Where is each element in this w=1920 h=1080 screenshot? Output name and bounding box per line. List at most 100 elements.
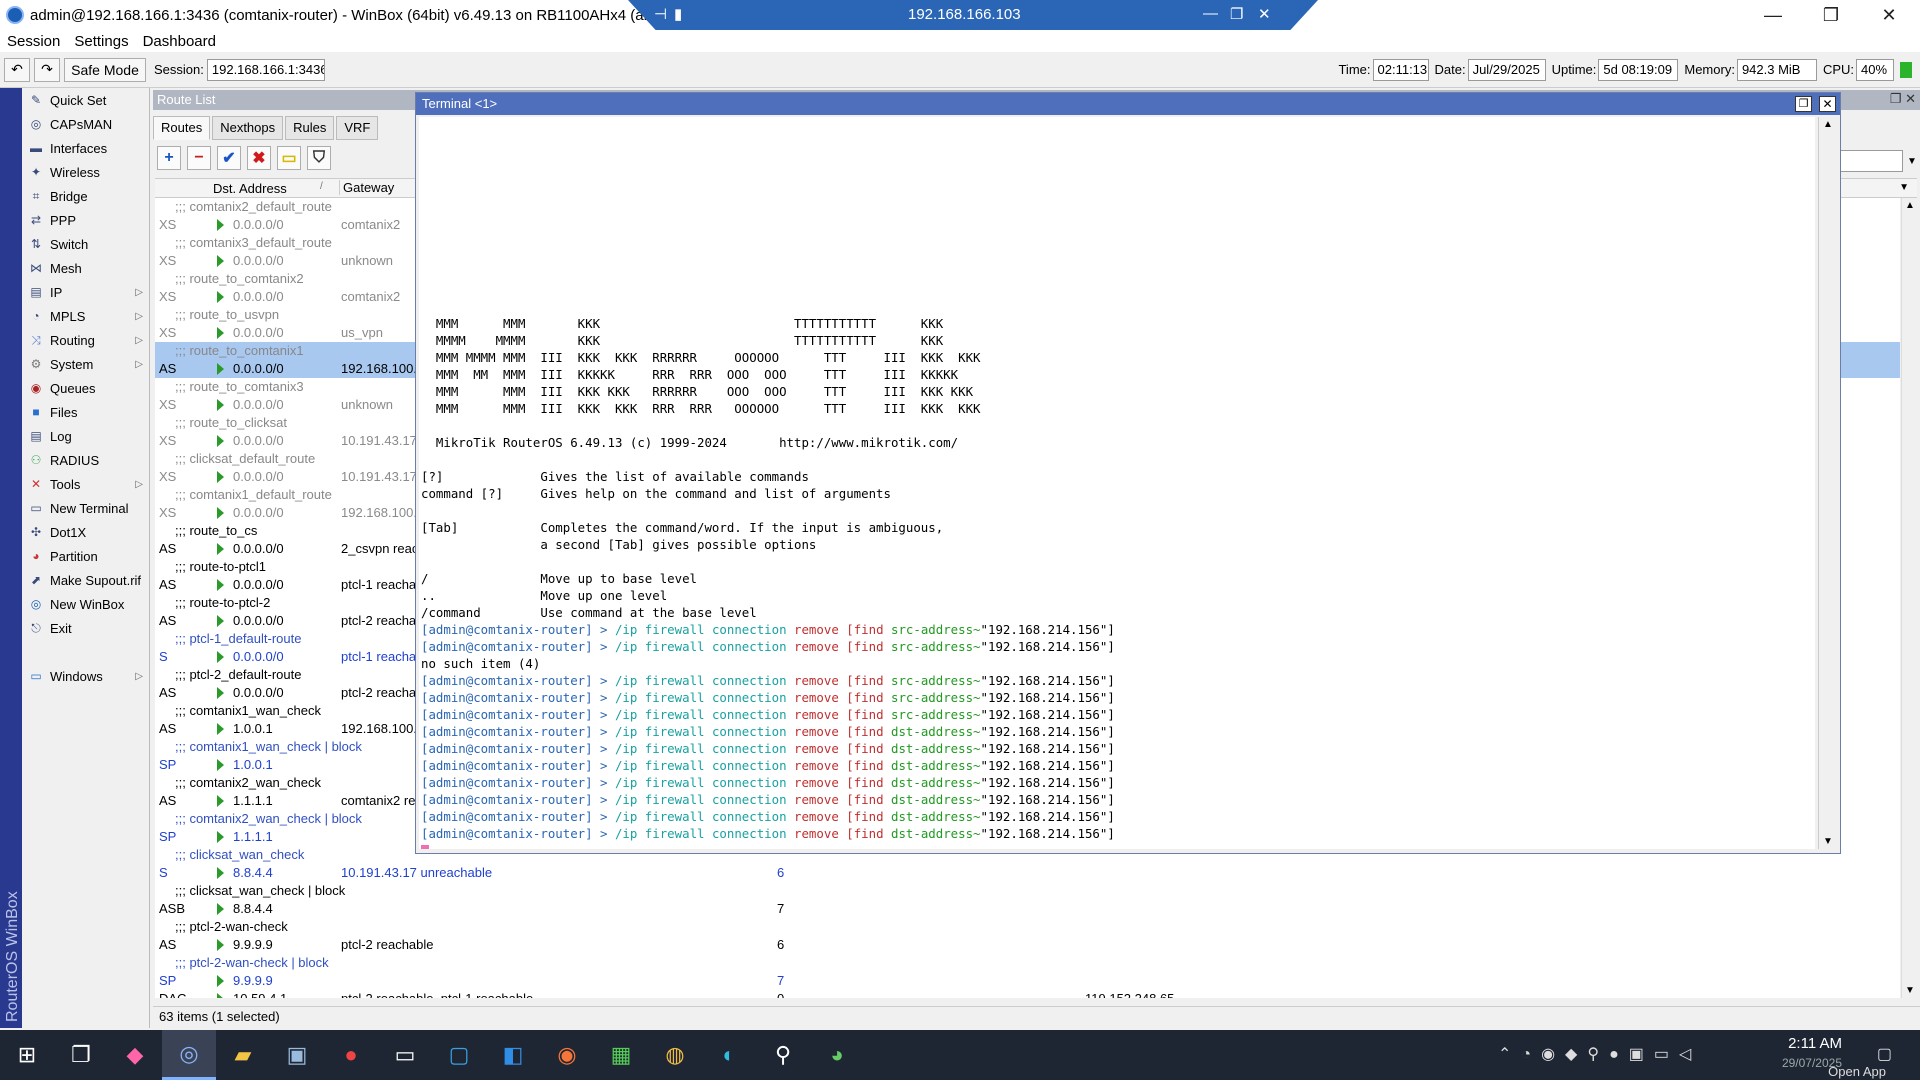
- sidebar-item-radius[interactable]: ⚇ RADIUS: [22, 448, 149, 472]
- sidebar-item-partition[interactable]: ◕ Partition: [22, 544, 149, 568]
- taskbar-chrome[interactable]: ●: [324, 1030, 378, 1080]
- notification-icon[interactable]: ▢: [1877, 1044, 1892, 1064]
- taskbar-search[interactable]: ⚲: [756, 1030, 810, 1080]
- sidebar-item-interfaces[interactable]: ▬ Interfaces: [22, 136, 149, 160]
- taskbar-terminal[interactable]: ▭: [378, 1030, 432, 1080]
- taskbar-edge[interactable]: ◐: [702, 1030, 756, 1080]
- sidebar-item-ppp[interactable]: ⇄ PPP: [22, 208, 149, 232]
- find-dropdown-icon[interactable]: ▼: [1905, 150, 1919, 172]
- taskbar-winbox[interactable]: ◎: [162, 1030, 216, 1080]
- session-field[interactable]: 192.168.166.1:3436: [206, 58, 325, 81]
- sidebar-item-quick-set[interactable]: ✎ Quick Set: [22, 88, 149, 112]
- pin-icon[interactable]: ⊣: [654, 5, 667, 23]
- taskbar-app-1[interactable]: ▣: [270, 1030, 324, 1080]
- sidebar-item-routing[interactable]: ⤨ Routing ▷: [22, 328, 149, 352]
- menu-session[interactable]: Session: [0, 33, 67, 50]
- sidebar-item-bridge[interactable]: ⌗ Bridge: [22, 184, 149, 208]
- add-button[interactable]: +: [157, 146, 181, 170]
- taskbar-explorer[interactable]: ▰: [216, 1030, 270, 1080]
- safe-mode-button[interactable]: Safe Mode: [64, 57, 146, 82]
- sidebar-item-switch[interactable]: ⇅ Switch: [22, 232, 149, 256]
- sidebar-item-files[interactable]: ■ Files: [22, 400, 149, 424]
- system-tray[interactable]: ⌃◔◉◆⚲●▣▭◁: [1498, 1044, 1701, 1064]
- sidebar-item-exit[interactable]: ⎋ Exit: [22, 616, 149, 640]
- redo-button[interactable]: ↷: [34, 57, 60, 82]
- route-comment-row[interactable]: ;;; clicksat_wan_check | block: [155, 882, 1900, 900]
- terminal-maximize-icon[interactable]: ❐: [1795, 96, 1812, 112]
- menu-dashboard[interactable]: Dashboard: [136, 33, 223, 50]
- scroll-up-icon[interactable]: ▲: [1905, 200, 1915, 211]
- sidebar-item-ip[interactable]: ▤ IP ▷: [22, 280, 149, 304]
- taskbar-app-4[interactable]: ▦: [594, 1030, 648, 1080]
- taskbar-app-6[interactable]: ◕: [810, 1030, 864, 1080]
- sidebar-item-capsman[interactable]: ◎ CAPsMAN: [22, 112, 149, 136]
- remote-close-icon[interactable]: ✕: [1258, 5, 1271, 23]
- taskbar-copilot[interactable]: ◆: [108, 1030, 162, 1080]
- route-row[interactable]: S 8.8.4.4 10.191.43.17 unreachable 6: [155, 864, 1900, 882]
- terminal-close-icon[interactable]: ✕: [1819, 96, 1836, 112]
- terminal-cursor[interactable]: [421, 845, 429, 849]
- route-comment-row[interactable]: ;;; ptcl-2-wan-check | block: [155, 954, 1900, 972]
- menu-settings[interactable]: Settings: [67, 33, 135, 50]
- sidebar-item-mpls[interactable]: ◔ MPLS ▷: [22, 304, 149, 328]
- minimize-icon[interactable]: —: [1744, 0, 1802, 30]
- enable-button[interactable]: ✔: [217, 146, 241, 170]
- taskbar-app-3[interactable]: ◉: [540, 1030, 594, 1080]
- sidebar-item-new-terminal[interactable]: ▭ New Terminal: [22, 496, 149, 520]
- disable-button[interactable]: ✖: [247, 146, 271, 170]
- undo-button[interactable]: ↶: [4, 57, 30, 82]
- terminal-scrollbar[interactable]: ▲ ▼: [1818, 117, 1836, 849]
- sidebar-item-make-supout-rif[interactable]: ⬈ Make Supout.rif: [22, 568, 149, 592]
- terminal-scroll-down-icon[interactable]: ▼: [1823, 836, 1833, 847]
- tray-chrome-icon[interactable]: ◉: [1541, 1046, 1565, 1063]
- route-row[interactable]: SP 9.9.9.9 7: [155, 972, 1900, 990]
- sidebar-item-dot1x[interactable]: ✣ Dot1X: [22, 520, 149, 544]
- route-list-window-controls[interactable]: ❐ ✕: [1890, 91, 1916, 107]
- close-icon[interactable]: ✕: [1860, 0, 1918, 30]
- route-row[interactable]: AS 9.9.9.9 ptcl-2 reachable 6: [155, 936, 1900, 954]
- col-gateway[interactable]: Gateway: [339, 180, 394, 195]
- remote-minimize-icon[interactable]: —: [1203, 5, 1218, 22]
- tab-rules[interactable]: Rules: [285, 116, 335, 140]
- route-list-scrollbar[interactable]: ▲ ▼: [1901, 198, 1917, 998]
- terminal-output[interactable]: MMM MMM KKK TTTTTTTTTTT KKK MMMM MMMM KK…: [419, 117, 1815, 849]
- sidebar-item-log[interactable]: ▤ Log: [22, 424, 149, 448]
- route-row[interactable]: ASB 8.8.4.4 7: [155, 900, 1900, 918]
- open-app-overlay[interactable]: Open App: [1828, 1064, 1886, 1079]
- route-row[interactable]: DAC 10.59.4.1 ptcl-2 reachable, ptcl-1 rea…: [155, 990, 1900, 998]
- route-list-close-icon[interactable]: ✕: [1905, 91, 1916, 106]
- columns-dropdown-icon[interactable]: ▼: [1899, 182, 1909, 193]
- remote-restore-icon[interactable]: ❐: [1230, 5, 1243, 23]
- terminal-scroll-up-icon[interactable]: ▲: [1823, 119, 1833, 130]
- sidebar-item-mesh[interactable]: ⋈ Mesh: [22, 256, 149, 280]
- route-list-maximize-icon[interactable]: ❐: [1890, 91, 1902, 106]
- tab-nexthops[interactable]: Nexthops: [212, 116, 284, 140]
- tray-app3-icon[interactable]: ●: [1609, 1046, 1629, 1063]
- comment-button[interactable]: ▭: [277, 146, 301, 170]
- taskbar-app-5[interactable]: ◍: [648, 1030, 702, 1080]
- restore-icon[interactable]: ❐: [1802, 0, 1860, 30]
- sidebar-item-tools[interactable]: ✕ Tools ▷: [22, 472, 149, 496]
- tray-app2-icon[interactable]: ◆: [1565, 1046, 1587, 1063]
- task-view-button[interactable]: ❐: [54, 1030, 108, 1080]
- sidebar-item-wireless[interactable]: ✦ Wireless: [22, 160, 149, 184]
- terminal-window[interactable]: Terminal <1> ❐ ✕ MMM MMM KKK TTTTTTTTTTT…: [415, 92, 1841, 854]
- sidebar-item-windows[interactable]: ▭ Windows ▷: [22, 664, 149, 688]
- tab-vrf[interactable]: VRF: [336, 116, 379, 140]
- sidebar-item-system[interactable]: ⚙ System ▷: [22, 352, 149, 376]
- scroll-down-icon[interactable]: ▼: [1905, 985, 1915, 996]
- network-icon[interactable]: ▭: [1654, 1046, 1679, 1063]
- tray-app4-icon[interactable]: ▣: [1629, 1046, 1654, 1063]
- tab-routes[interactable]: Routes: [153, 116, 211, 140]
- col-dst-address[interactable]: Dst. Address: [213, 181, 287, 196]
- start-button[interactable]: ⊞: [0, 1030, 54, 1080]
- volume-icon[interactable]: ◁: [1679, 1046, 1701, 1063]
- tray-chevron-icon[interactable]: ⌃: [1498, 1046, 1521, 1063]
- tray-app-icon[interactable]: ◔: [1521, 1046, 1541, 1063]
- taskbar-vscode[interactable]: ◧: [486, 1030, 540, 1080]
- filter-button[interactable]: ⛉: [307, 146, 331, 170]
- taskbar-app-2[interactable]: ▢: [432, 1030, 486, 1080]
- route-comment-row[interactable]: ;;; ptcl-2-wan-check: [155, 918, 1900, 936]
- remove-button[interactable]: −: [187, 146, 211, 170]
- tray-search-icon[interactable]: ⚲: [1587, 1046, 1609, 1063]
